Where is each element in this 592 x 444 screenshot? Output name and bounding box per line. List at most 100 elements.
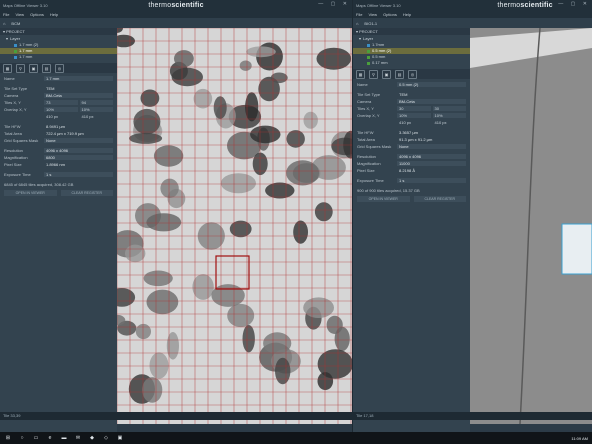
tiles-x-field[interactable]: 30 <box>397 106 431 111</box>
clear-register-button[interactable]: CLEAR REGISTER <box>413 196 466 202</box>
exposure-field[interactable]: 1 s <box>44 172 113 177</box>
microscope-icon[interactable]: ⚲ <box>16 63 25 73</box>
menu-help[interactable]: Help <box>50 12 58 17</box>
layer-color-icon <box>14 43 17 47</box>
magnification-select[interactable]: 11000 <box>397 161 466 166</box>
pixel-size: 8.2198 Å <box>399 168 416 173</box>
magnification-select[interactable]: 6800 <box>44 155 113 160</box>
offset-a: 410 px <box>46 114 59 119</box>
layer-tree: ▾ Layer 1.7mm 0.5 mm (2) 0.5 mm 0.17 mm <box>353 35 470 67</box>
window-controls[interactable]: — ▢ ✕ <box>318 1 350 7</box>
name-field[interactable]: 0.5 mm (2) <box>397 82 466 87</box>
overlap-y-field[interactable]: 10% <box>432 113 466 118</box>
label: Tile Set Type <box>357 92 381 97</box>
image-viewport[interactable] <box>470 27 592 425</box>
grid-mask-select[interactable]: None <box>397 144 466 149</box>
compass-icon[interactable]: ◎ <box>55 63 64 73</box>
offset-b: 410 px <box>81 114 94 119</box>
overlap-y-field[interactable]: 10% <box>79 107 113 112</box>
task-view-icon[interactable]: ▭ <box>32 434 40 442</box>
mail-icon[interactable]: ✉ <box>74 434 82 442</box>
project-header[interactable]: ▾ PROJECT <box>353 28 470 35</box>
tree-item[interactable]: 0.17 mm <box>353 60 470 66</box>
label: Exposure Time <box>357 178 384 183</box>
search-icon[interactable]: ○ <box>18 434 26 442</box>
menu-view[interactable]: View <box>368 12 377 17</box>
label: Pixel Size <box>4 162 22 167</box>
home-icon[interactable]: ⌂ <box>3 21 5 26</box>
folder-icon[interactable]: ▬ <box>60 434 68 442</box>
app-icon[interactable]: ◆ <box>88 434 96 442</box>
grid-icon[interactable]: ▦ <box>3 63 12 73</box>
menu-help[interactable]: Help <box>403 12 411 17</box>
home-icon[interactable]: ⌂ <box>356 21 358 26</box>
project-name: BIO1-1 <box>364 20 378 26</box>
right-window: Maps Offline Viewer 3.10 thermoscientifi… <box>353 0 592 432</box>
project-header[interactable]: ▾ PROJECT <box>0 28 117 35</box>
titlebar: Maps Offline Viewer 3.10 thermoscientifi… <box>353 0 592 10</box>
acquisition-status: 6845 of 6845 tiles acquired, 308.42 GB <box>4 182 74 187</box>
clear-register-button[interactable]: CLEAR REGISTER <box>60 190 113 196</box>
camera-select[interactable]: BM-Ceta <box>397 99 466 104</box>
image-icon[interactable]: ▣ <box>29 63 38 73</box>
total-area: 722.4 µm x 719.9 µm <box>46 131 84 136</box>
browser-icon[interactable]: e <box>46 434 54 442</box>
save-icon[interactable]: ▤ <box>395 69 404 79</box>
property-tabs: ▦ ⚲ ▣ ▤ ◎ <box>0 63 117 73</box>
overlap-x-field[interactable]: 10% <box>397 113 431 118</box>
brand-logo: thermoscientific <box>497 1 553 9</box>
label: Pixel Size <box>357 168 375 173</box>
resolution-select[interactable]: 4096 x 4096 <box>44 148 113 153</box>
open-viewer-button[interactable]: OPEN IN VIEWER <box>4 190 57 196</box>
exposure-field[interactable]: 1 s <box>397 178 466 183</box>
window-controls[interactable]: — ▢ ✕ <box>558 1 590 7</box>
menu-file[interactable]: File <box>3 12 9 17</box>
resolution-select[interactable]: 4096 x 4096 <box>397 154 466 159</box>
windows-start-icon[interactable]: ⊞ <box>4 434 12 442</box>
tiles-y-field[interactable]: 30 <box>432 106 466 111</box>
save-icon[interactable]: ▤ <box>42 63 51 73</box>
label: Camera <box>4 93 19 98</box>
status-bar: Tile 17,18 <box>353 412 592 420</box>
grid-icon[interactable]: ▦ <box>356 69 365 79</box>
project-name: BCM <box>11 20 21 26</box>
name-field[interactable]: 1.7 mm <box>44 76 113 81</box>
tree-item[interactable]: 1.7 mm <box>0 54 117 60</box>
app-icon[interactable]: ◇ <box>102 434 110 442</box>
label: Resolution <box>4 148 23 153</box>
taskbar: ⊞ ○ ▭ e ▬ ✉ ◆ ◇ ▣ 11:09 AM <box>0 432 592 444</box>
menu-file[interactable]: File <box>356 12 362 17</box>
maps-app-icon[interactable]: ▣ <box>116 434 124 442</box>
offset-a: 410 px <box>399 120 412 125</box>
menu-view[interactable]: View <box>15 12 24 17</box>
label: Overlap X, Y <box>4 107 27 112</box>
label: Tiles X, Y <box>357 106 374 111</box>
layer-color-icon <box>14 55 17 59</box>
image-viewport[interactable] <box>108 23 352 424</box>
label: Tile Set Type <box>4 86 28 91</box>
tile-set-region[interactable] <box>561 223 592 275</box>
tile-hfw: 3.3657 µm <box>399 130 418 135</box>
overlap-x-field[interactable]: 10% <box>44 107 78 112</box>
layer-color-icon <box>14 49 17 53</box>
tile-set-type: TEM <box>399 92 408 97</box>
layer-color-icon <box>367 43 370 47</box>
taskbar-clock: 11:09 AM <box>571 435 588 441</box>
open-viewer-button[interactable]: OPEN IN VIEWER <box>357 196 410 202</box>
image-icon[interactable]: ▣ <box>382 69 391 79</box>
status-bar: Tile 33,39 <box>0 412 352 420</box>
label: Tiles X, Y <box>4 100 21 105</box>
grid-mask-select[interactable]: None <box>44 138 113 143</box>
compass-icon[interactable]: ◎ <box>408 69 417 79</box>
camera-select[interactable]: BM-Ceta <box>44 93 113 98</box>
tiles-y-field[interactable]: 94 <box>79 100 113 105</box>
layer-tree: ▾ Layer 1.7 mm (2) 1.7 mm 1.7 mm <box>0 35 117 61</box>
menu-options[interactable]: Options <box>30 12 44 17</box>
microscope-icon[interactable]: ⚲ <box>369 69 378 79</box>
menubar: File View Options Help <box>0 10 352 18</box>
menu-options[interactable]: Options <box>383 12 397 17</box>
label: Name <box>4 76 15 81</box>
tiles-x-field[interactable]: 73 <box>44 100 78 105</box>
label: Resolution <box>357 154 376 159</box>
label: Grid Squares Mask <box>4 138 39 143</box>
